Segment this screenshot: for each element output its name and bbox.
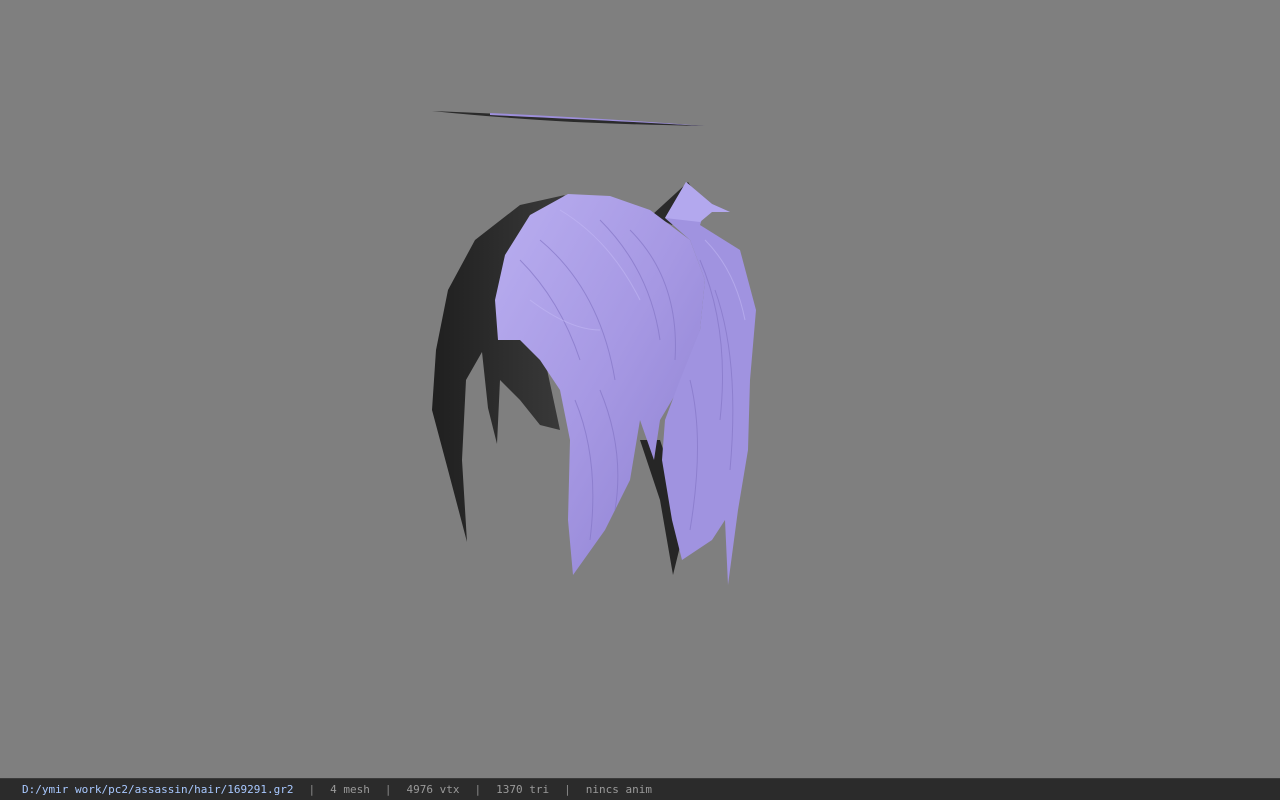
triangle-count-label: 1370 tri [496, 783, 550, 796]
vertex-count-label: 4976 vtx [406, 783, 460, 796]
hair-model-render [432, 111, 756, 585]
status-bar: D:/ymir work/pc2/assassin/hair/169291.gr… [0, 778, 1280, 800]
mesh-count-label: 4 mesh [330, 783, 370, 796]
separator: | [564, 783, 571, 796]
separator: | [384, 783, 392, 796]
separator: | [474, 783, 482, 796]
separator: | [308, 783, 316, 796]
file-path-label: D:/ymir work/pc2/assassin/hair/169291.gr… [22, 783, 294, 796]
animation-info-label: nincs anim [585, 783, 652, 796]
3d-viewport[interactable] [0, 0, 1280, 778]
